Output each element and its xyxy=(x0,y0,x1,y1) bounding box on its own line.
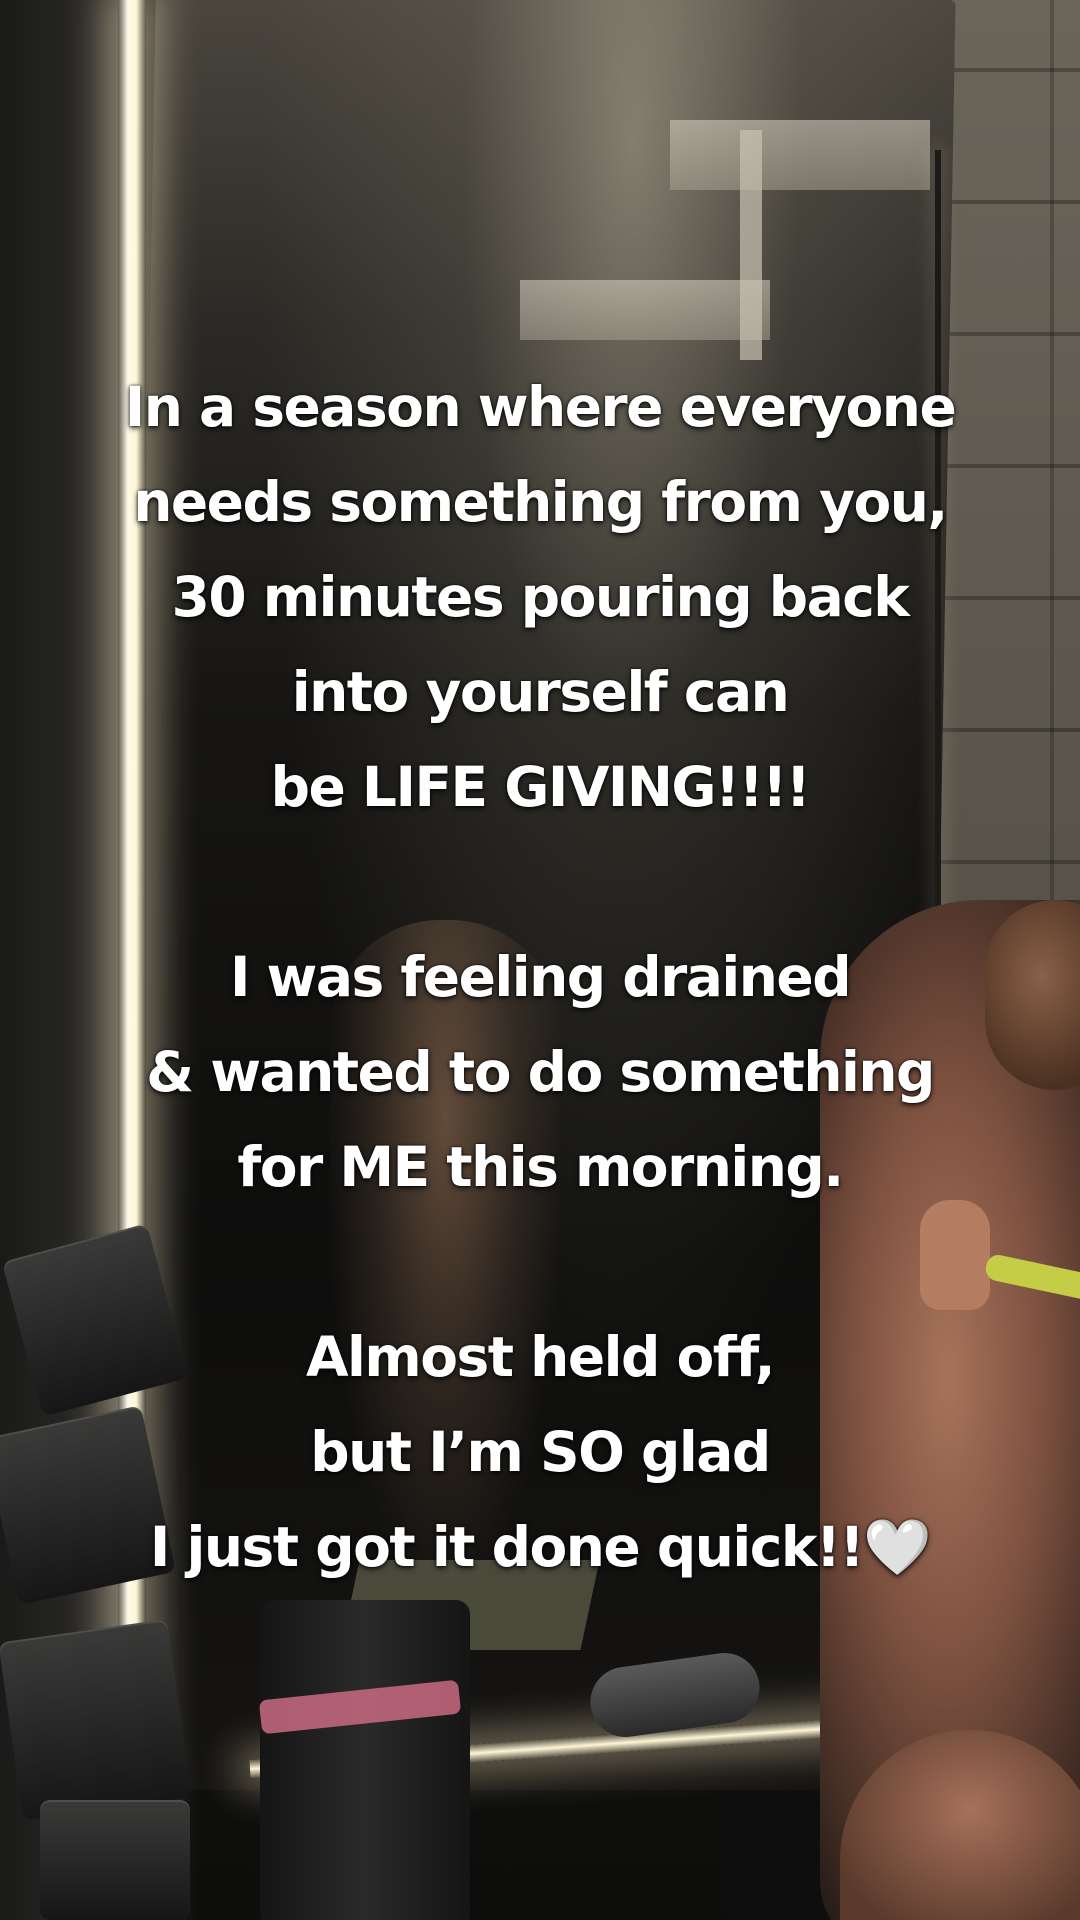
ceiling-beam-reflection xyxy=(670,120,930,190)
photo-background: In a season where everyone needs somethi… xyxy=(0,0,1080,1920)
caption-line: Almost held off, xyxy=(305,1325,776,1389)
ceiling-bracket-reflection xyxy=(740,130,762,360)
caption-line: into yourself can xyxy=(291,660,790,724)
caption-line: needs something from you, xyxy=(133,470,948,534)
caption-line: 30 minutes pouring back xyxy=(171,565,910,629)
caption-line: be LIFE GIVING!!!! xyxy=(270,755,811,819)
caption-line: I was feeling drained xyxy=(229,945,852,1009)
caption-line: I just got it done quick!!🤍 xyxy=(149,1515,932,1579)
dumbbell xyxy=(40,1800,190,1920)
caption-line: & wanted to do something xyxy=(146,1040,935,1104)
dumbbell xyxy=(0,1619,192,1821)
caption-line: In a season where everyone xyxy=(124,375,957,439)
ceiling-beam-reflection xyxy=(520,280,770,340)
bucket xyxy=(260,1600,470,1920)
caption-line: for ME this morning. xyxy=(237,1135,844,1199)
caption-overlay: In a season where everyone needs somethi… xyxy=(0,360,1080,1595)
caption-line: but I’m SO glad xyxy=(310,1420,771,1484)
